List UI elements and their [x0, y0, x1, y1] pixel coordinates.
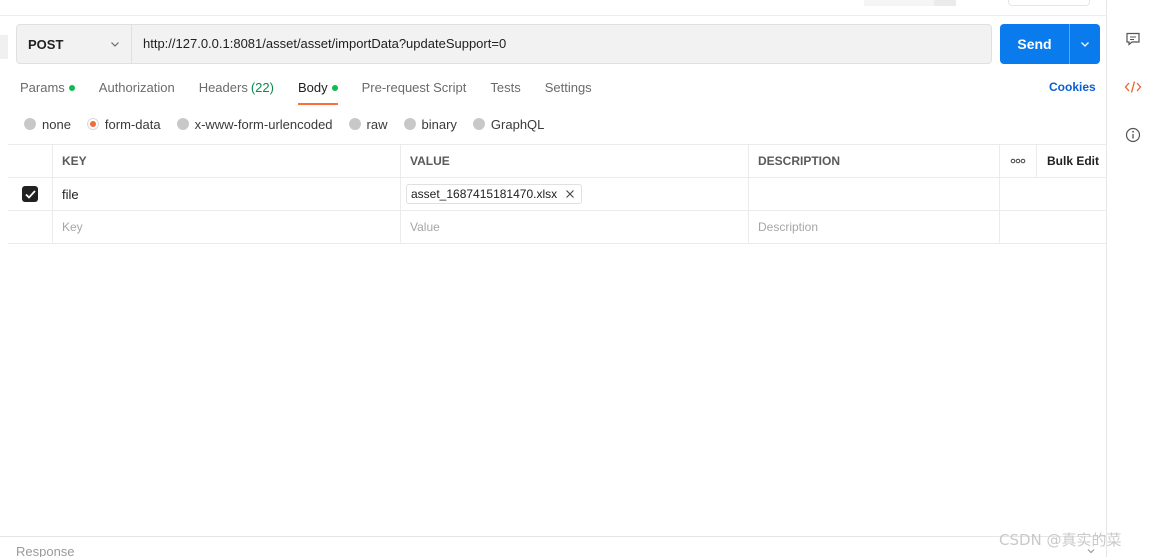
- table-row-empty: Key Value Description: [8, 211, 1107, 244]
- radio-circle: [403, 118, 416, 130]
- row-value-cell: asset_1687415181470.xlsx: [401, 178, 749, 210]
- checkmark-icon: [24, 189, 36, 199]
- headers-count: (22): [250, 80, 274, 95]
- tab-label: Tests: [490, 80, 521, 95]
- request-panel: POST http://127.0.0.1:8081/asset/asset/i…: [0, 0, 1107, 557]
- method-select[interactable]: POST: [17, 25, 132, 63]
- chevron-down-icon: [111, 42, 119, 47]
- row-description-input[interactable]: [749, 178, 1000, 210]
- tab-label: Pre-request Script: [361, 80, 467, 95]
- form-data-table: KEY VALUE DESCRIPTION Bulk Edit file ass…: [8, 144, 1107, 244]
- top-toolbar-strip: [0, 0, 1107, 16]
- toolbar-fragment: [1008, 0, 1090, 6]
- table-header-row: KEY VALUE DESCRIPTION Bulk Edit: [8, 144, 1107, 178]
- file-name: asset_1687415181470.xlsx: [411, 187, 558, 201]
- tab-label: Authorization: [98, 80, 175, 95]
- radio-label: binary: [421, 116, 457, 132]
- radio-raw[interactable]: raw: [348, 116, 388, 132]
- radio-circle: [86, 118, 99, 130]
- tab-label: Params: [20, 80, 65, 95]
- header-key: KEY: [53, 145, 401, 177]
- tab-label: Headers: [198, 80, 248, 95]
- tab-params[interactable]: Params: [20, 74, 75, 102]
- tab-label: Settings: [544, 80, 592, 95]
- row-checkbox-cell: [8, 211, 53, 243]
- tab-authorization[interactable]: Authorization: [99, 74, 175, 102]
- info-icon[interactable]: [1124, 126, 1142, 144]
- radio-form-data[interactable]: form-data: [86, 116, 161, 132]
- status-dot: [68, 85, 75, 91]
- watermark: CSDN @真实的菜: [999, 531, 1122, 549]
- file-chip: asset_1687415181470.xlsx: [406, 184, 583, 204]
- cookies-link[interactable]: Cookies: [1049, 80, 1096, 94]
- tab-label: Body: [297, 80, 328, 95]
- send-button[interactable]: Send: [1000, 24, 1069, 64]
- table-row: file asset_1687415181470.xlsx: [8, 178, 1107, 211]
- sidebar-edge: [0, 35, 8, 59]
- url-bar: POST http://127.0.0.1:8081/asset/asset/i…: [16, 24, 992, 64]
- code-snippet-icon[interactable]: [1124, 78, 1142, 96]
- right-sidebar: [1108, 0, 1151, 557]
- method-label: POST: [28, 36, 64, 52]
- radio-label: x-www-form-urlencoded: [194, 116, 333, 132]
- more-options-icon: [1010, 158, 1026, 164]
- tab-body[interactable]: Body: [297, 74, 338, 105]
- more-options-button[interactable]: [1000, 145, 1037, 177]
- tab-pre-request-script[interactable]: Pre-request Script: [362, 74, 467, 102]
- value-placeholder-input[interactable]: Value: [401, 211, 749, 243]
- radio-circle: [472, 118, 485, 130]
- row-spacer: [1037, 211, 1107, 243]
- key-placeholder-input[interactable]: Key: [53, 211, 401, 243]
- response-label[interactable]: Response: [16, 544, 75, 557]
- radio-circle: [176, 118, 189, 130]
- radio-label: raw: [366, 116, 388, 132]
- tab-headers[interactable]: Headers (22): [199, 74, 274, 102]
- header-value: VALUE: [401, 145, 749, 177]
- tab-settings[interactable]: Settings: [545, 74, 592, 102]
- radio-circle: [24, 118, 36, 130]
- url-input[interactable]: http://127.0.0.1:8081/asset/asset/import…: [132, 25, 991, 63]
- comment-icon: [1126, 32, 1140, 46]
- info-circle-icon: [1125, 127, 1141, 143]
- response-divider[interactable]: [0, 536, 1107, 537]
- send-options-button[interactable]: [1070, 24, 1100, 64]
- header-description: DESCRIPTION: [749, 145, 1000, 177]
- row-enabled-checkbox[interactable]: [22, 186, 38, 202]
- radio-label: GraphQL: [490, 116, 545, 132]
- comments-icon[interactable]: [1124, 30, 1142, 48]
- radio-label: form-data: [104, 116, 161, 132]
- toolbar-fragment: [934, 0, 956, 6]
- row-spacer: [1037, 178, 1107, 210]
- close-icon[interactable]: [565, 189, 575, 199]
- bulk-edit-button[interactable]: Bulk Edit: [1037, 145, 1107, 177]
- status-dot: [331, 85, 338, 91]
- row-checkbox-cell: [8, 178, 53, 210]
- toolbar-fragment: [864, 0, 934, 6]
- row-key-input[interactable]: file: [53, 178, 401, 210]
- request-tabs: Params Authorization Headers (22) Body P…: [20, 74, 616, 105]
- header-checkbox-cell: [8, 145, 53, 177]
- description-placeholder-input[interactable]: Description: [749, 211, 1000, 243]
- send-button-group: Send: [1000, 24, 1100, 64]
- body-type-selector: none form-data x-www-form-urlencoded raw…: [24, 116, 560, 132]
- chevron-down-icon: [1081, 42, 1089, 47]
- radio-none[interactable]: none: [24, 117, 71, 132]
- radio-label: none: [42, 116, 71, 132]
- radio-circle: [348, 118, 361, 130]
- tab-tests[interactable]: Tests: [490, 74, 520, 102]
- radio-graphql[interactable]: GraphQL: [472, 116, 545, 132]
- code-icon: [1124, 81, 1142, 93]
- row-spacer: [1000, 178, 1037, 210]
- radio-binary[interactable]: binary: [403, 116, 457, 132]
- radio-x-www-form-urlencoded[interactable]: x-www-form-urlencoded: [176, 116, 333, 132]
- row-spacer: [1000, 211, 1037, 243]
